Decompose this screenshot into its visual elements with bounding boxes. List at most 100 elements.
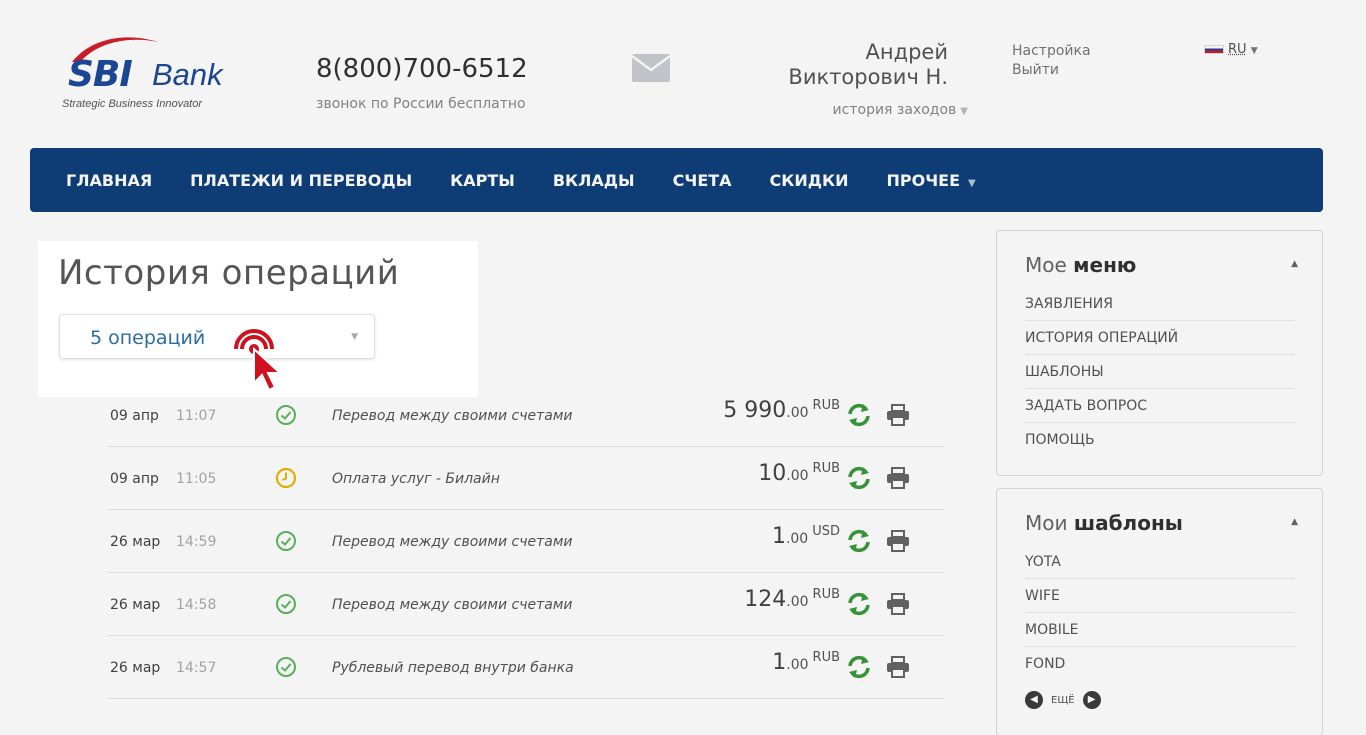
repeat-icon[interactable] (846, 402, 872, 428)
language-switcher[interactable]: RU ▼ (1204, 42, 1258, 57)
language-code: RU (1228, 42, 1247, 57)
op-date: 09 апр (110, 408, 159, 424)
my-menu-title-bold: меню (1073, 253, 1137, 277)
repeat-icon[interactable] (846, 654, 872, 680)
sidebar-item-operation-history[interactable]: ИСТОРИЯ ОПЕРАЦИЙ (1025, 321, 1295, 355)
tutorial-spotlight: История операций 5 операций ▼ (38, 241, 478, 397)
op-date: 09 апр (110, 471, 159, 487)
amount-currency: RUB (812, 587, 840, 602)
op-description[interactable]: Перевод между своими счетами (332, 597, 573, 613)
hotline-phone: 8(800)700-6512 (316, 54, 528, 84)
operations-count-select[interactable]: 5 операций ▼ (59, 314, 375, 359)
more-label[interactable]: ЕЩЁ (1051, 695, 1075, 706)
amount-cents: .00 (786, 405, 809, 421)
templates-pager: ◀ ЕЩЁ ▶ (1025, 683, 1294, 717)
my-templates-title-plain: Мои (1025, 511, 1068, 535)
op-amount: 10.00 RUB (628, 461, 840, 486)
user-name[interactable]: Андрей Викторович Н. (764, 40, 948, 90)
amount-currency: RUB (812, 650, 840, 665)
op-amount: 1.00 RUB (628, 650, 840, 675)
template-item[interactable]: MOBILE (1025, 613, 1295, 647)
check-circle-icon (276, 405, 296, 425)
nav-item-main[interactable]: ГЛАВНАЯ (66, 171, 152, 190)
hotline-note: звонок по России бесплатно (316, 96, 526, 112)
chevron-left-icon[interactable]: ◀ (1025, 691, 1043, 709)
nav-item-discounts[interactable]: СКИДКИ (770, 171, 849, 190)
amount-integer: 10 (758, 461, 787, 486)
sidebar-item-ask-question[interactable]: ЗАДАТЬ ВОПРОС (1025, 389, 1295, 423)
nav-item-payments[interactable]: ПЛАТЕЖИ И ПЕРЕВОДЫ (190, 171, 412, 190)
op-date: 26 мар (110, 660, 161, 676)
op-amount: 1.00 USD (628, 524, 840, 549)
operations-list: 09 апр 11:07 Перевод между своими счетам… (108, 384, 944, 699)
print-icon[interactable] (886, 467, 910, 489)
op-time: 14:58 (176, 597, 217, 613)
nav-item-deposits[interactable]: ВКЛАДЫ (553, 171, 635, 190)
op-time: 14:59 (176, 534, 217, 550)
amount-currency: RUB (812, 398, 840, 413)
mail-icon[interactable] (632, 54, 670, 82)
amount-integer: 124 (744, 587, 787, 612)
print-icon[interactable] (886, 530, 910, 552)
sidebar-item-help[interactable]: ПОМОЩЬ (1025, 423, 1295, 457)
collapse-icon[interactable]: ▲ (1291, 517, 1298, 527)
nav-item-accounts[interactable]: СЧЕТА (673, 171, 732, 190)
table-row[interactable]: 09 апр 11:05 Оплата услуг - Билайн 10.00… (108, 447, 944, 510)
nav-item-other[interactable]: ПРОЧЕЕ ▼ (886, 171, 975, 190)
russia-flag-icon (1204, 45, 1224, 54)
amount-cents: .00 (785, 531, 809, 547)
amount-integer: 5 990 (723, 398, 787, 423)
print-icon[interactable] (886, 656, 910, 678)
template-item[interactable]: YOTA (1025, 545, 1295, 579)
table-row[interactable]: 26 мар 14:59 Перевод между своими счетам… (108, 510, 944, 573)
my-templates-title: Мои шаблоны (1025, 511, 1294, 535)
chevron-down-icon: ▼ (351, 332, 358, 342)
op-time: 11:05 (176, 471, 217, 487)
template-item[interactable]: WIFE (1025, 579, 1295, 613)
op-amount: 5 990.00 RUB (628, 398, 840, 423)
my-menu-title-plain: Мое (1025, 253, 1067, 277)
nav-item-other-label: ПРОЧЕЕ (886, 170, 960, 190)
click-pointer-icon (234, 329, 283, 392)
repeat-icon[interactable] (846, 591, 872, 617)
amount-currency: RUB (812, 461, 840, 476)
my-menu-title: Мое меню (1025, 253, 1294, 277)
chevron-right-icon[interactable]: ▶ (1082, 691, 1101, 709)
clock-icon (275, 467, 297, 489)
op-description[interactable]: Оплата услуг - Билайн (332, 471, 500, 487)
op-time: 14:57 (176, 660, 217, 676)
amount-cents: .00 (786, 468, 809, 484)
login-history-dropdown[interactable]: история заходов ▼ (808, 102, 968, 118)
table-row[interactable]: 26 мар 14:58 Перевод между своими счетам… (108, 573, 944, 636)
repeat-icon[interactable] (846, 465, 872, 491)
chevron-down-icon: ▼ (1250, 46, 1258, 56)
operations-count-value: 5 операций (90, 327, 206, 349)
print-icon[interactable] (886, 593, 910, 615)
op-description[interactable]: Перевод между своими счетами (332, 408, 573, 424)
bank-logo[interactable]: SBI Bank Strategic Business Innovator (62, 34, 252, 116)
op-date: 26 мар (110, 534, 161, 550)
settings-link[interactable]: Настройка (1012, 42, 1091, 61)
sidebar-item-statements[interactable]: ЗАЯВЛЕНИЯ (1025, 287, 1295, 321)
collapse-icon[interactable]: ▲ (1291, 259, 1298, 269)
op-amount: 124.00 RUB (628, 587, 840, 612)
table-row[interactable]: 26 мар 14:57 Рублевый перевод внутри бан… (108, 636, 944, 699)
check-circle-icon (276, 657, 296, 677)
logo-tagline: Strategic Business Innovator (62, 98, 203, 110)
op-description[interactable]: Перевод между своими счетами (332, 534, 573, 550)
main-nav: ГЛАВНАЯ ПЛАТЕЖИ И ПЕРЕВОДЫ КАРТЫ ВКЛАДЫ … (30, 148, 1323, 212)
sidebar-item-templates[interactable]: ШАБЛОНЫ (1025, 355, 1295, 389)
account-links: Настройка Выйти (1012, 42, 1091, 80)
op-description[interactable]: Рублевый перевод внутри банка (332, 660, 574, 676)
template-item[interactable]: FOND (1025, 647, 1295, 681)
amount-cents: .00 (786, 594, 809, 610)
my-templates-title-bold: шаблоны (1073, 511, 1183, 535)
nav-item-cards[interactable]: КАРТЫ (450, 171, 515, 190)
chevron-down-icon: ▼ (968, 177, 976, 189)
user-last-name: Викторович Н. (788, 65, 948, 89)
logout-link[interactable]: Выйти (1012, 61, 1091, 80)
my-templates-panel: Мои шаблоны ▲ YOTA WIFE MOBILE FOND ◀ ЕЩ… (996, 488, 1323, 735)
op-date: 26 мар (110, 597, 161, 613)
repeat-icon[interactable] (846, 528, 872, 554)
print-icon[interactable] (886, 404, 910, 426)
